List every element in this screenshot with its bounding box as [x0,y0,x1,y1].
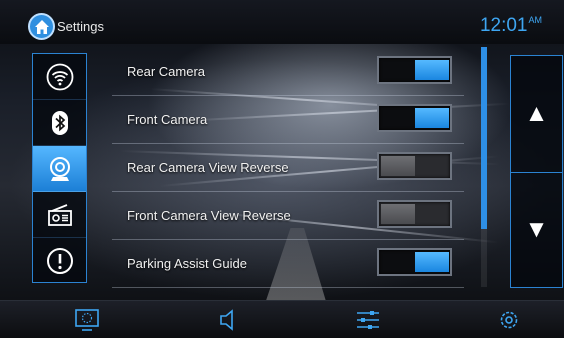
sidebar-item-bluetooth[interactable] [33,100,86,146]
scroll-up-button[interactable]: ▲ [511,56,562,171]
setting-row[interactable]: Rear Camera [112,48,464,96]
top-bar: Settings 12:01AM [0,0,564,44]
setting-toggle[interactable] [377,248,452,276]
screen-icon [75,309,99,331]
toggle-knob [381,204,415,224]
info-alert-icon [46,248,73,274]
sidebar-item-radio[interactable] [33,192,86,238]
setting-toggle[interactable] [377,152,452,180]
toggle-knob [415,108,449,128]
toggle-knob [415,252,449,272]
setting-row[interactable]: Parking Assist Guide [112,240,464,288]
setting-label: Front Camera View Reverse [127,208,291,223]
scroll-buttons: ▲ ▼ [510,55,563,288]
clock: 12:01AM [480,15,542,37]
sidebar-item-info[interactable] [33,238,86,284]
setting-label: Rear Camera View Reverse [127,160,289,175]
home-icon [34,19,49,34]
setting-toggle[interactable] [377,104,452,132]
settings-list: Rear Camera Front Camera Rear Camera View … [112,48,464,288]
scrollbar-thumb[interactable] [481,47,487,230]
settings-gear-icon [500,311,518,329]
bottom-bar [0,300,564,338]
sidebar-item-wifi[interactable] [33,54,86,100]
page-title: Settings [57,19,104,34]
camera-icon [49,156,70,181]
setting-toggle[interactable] [377,56,452,84]
settings-button[interactable] [494,307,524,333]
toggle-knob [415,60,449,80]
sidebar-item-camera[interactable] [33,146,86,192]
radio-icon [47,203,72,226]
speaker-icon [220,309,233,331]
equalizer-icon [357,311,379,329]
clock-time: 12:01 [479,15,528,36]
bluetooth-icon [51,110,68,135]
setting-row[interactable]: Front Camera [112,96,464,144]
list-scrollbar[interactable] [481,47,487,287]
home-button[interactable] [28,13,55,40]
wifi-icon [46,63,73,90]
equalizer-button[interactable] [353,307,383,333]
screen-button[interactable] [72,307,102,333]
category-sidebar [32,53,87,283]
scroll-down-button[interactable]: ▼ [511,172,562,287]
setting-label: Front Camera [127,112,208,127]
setting-label: Rear Camera [127,64,206,79]
toggle-knob [381,156,415,176]
setting-label: Parking Assist Guide [127,256,247,271]
setting-row[interactable]: Rear Camera View Reverse [112,144,464,192]
sound-button[interactable] [213,307,243,333]
clock-ampm: AM [528,15,543,25]
setting-toggle[interactable] [377,200,452,228]
setting-row[interactable]: Front Camera View Reverse [112,192,464,240]
